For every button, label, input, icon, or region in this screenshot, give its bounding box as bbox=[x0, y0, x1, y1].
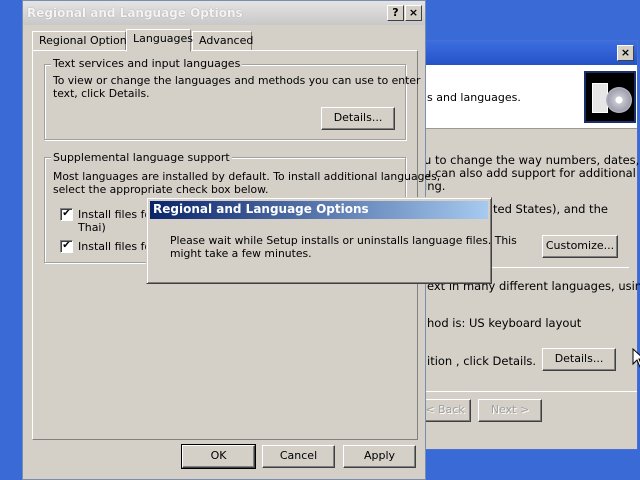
east-asian-checkbox[interactable]: ✔ bbox=[60, 240, 73, 253]
complex-script-checkbox[interactable]: ✔ bbox=[60, 208, 73, 221]
close-button[interactable]: × bbox=[405, 5, 422, 21]
text-services-line-1: To view or change the languages and meth… bbox=[53, 74, 421, 87]
text-services-legend: Text services and input languages bbox=[51, 57, 243, 70]
help-button[interactable]: ? bbox=[387, 5, 404, 21]
background-details-line: ition , click Details. bbox=[427, 354, 537, 368]
popup-message-line-1: Please wait while Setup installs or unin… bbox=[170, 234, 517, 247]
cd-disc-shape bbox=[606, 87, 632, 113]
background-body-line-1: u to change the way numbers, dates, bbox=[424, 153, 640, 167]
background-window-close-button[interactable]: × bbox=[617, 45, 634, 61]
tab-regional-options[interactable]: Regional Options bbox=[32, 31, 132, 51]
setup-progress-popup: Regional and Language Options Please wai… bbox=[146, 197, 517, 284]
ok-button[interactable]: OK bbox=[181, 444, 256, 469]
complex-script-label-line-2: Thai) bbox=[78, 221, 106, 234]
background-input-method-line: hod is: US keyboard layout bbox=[427, 316, 582, 330]
popup-message-line-2: might take a few minutes. bbox=[170, 247, 312, 260]
tab-languages[interactable]: Languages bbox=[126, 29, 193, 52]
dialog-title: Regional and Language Options bbox=[27, 6, 243, 20]
tab-advanced[interactable]: Advanced bbox=[192, 31, 253, 51]
supplemental-line-1: Most languages are installed by default.… bbox=[53, 170, 441, 183]
background-header-text: s and languages. bbox=[427, 91, 521, 104]
apply-button[interactable]: Apply bbox=[343, 445, 416, 468]
supplemental-line-2: select the appropriate check box below. bbox=[53, 183, 269, 196]
mouse-cursor-icon bbox=[632, 348, 640, 368]
background-locale-text: ted States), and the bbox=[493, 202, 608, 216]
customize-button[interactable]: Customize... bbox=[542, 235, 618, 258]
popup-title: Regional and Language Options bbox=[153, 202, 369, 216]
install-package-logo bbox=[584, 71, 636, 123]
background-body-line-2: u can also add support for additional bbox=[424, 166, 636, 180]
background-footer-separator bbox=[411, 391, 637, 392]
next-button[interactable]: Next > bbox=[478, 399, 542, 422]
back-button[interactable]: < Back bbox=[419, 399, 471, 422]
text-services-line-2: text, click Details. bbox=[53, 87, 150, 100]
background-window-titlebar bbox=[411, 41, 637, 65]
text-services-details-button[interactable]: Details... bbox=[321, 107, 395, 130]
cancel-button[interactable]: Cancel bbox=[262, 445, 335, 468]
supplemental-legend: Supplemental language support bbox=[51, 151, 232, 164]
background-details-button[interactable]: Details... bbox=[542, 348, 616, 371]
